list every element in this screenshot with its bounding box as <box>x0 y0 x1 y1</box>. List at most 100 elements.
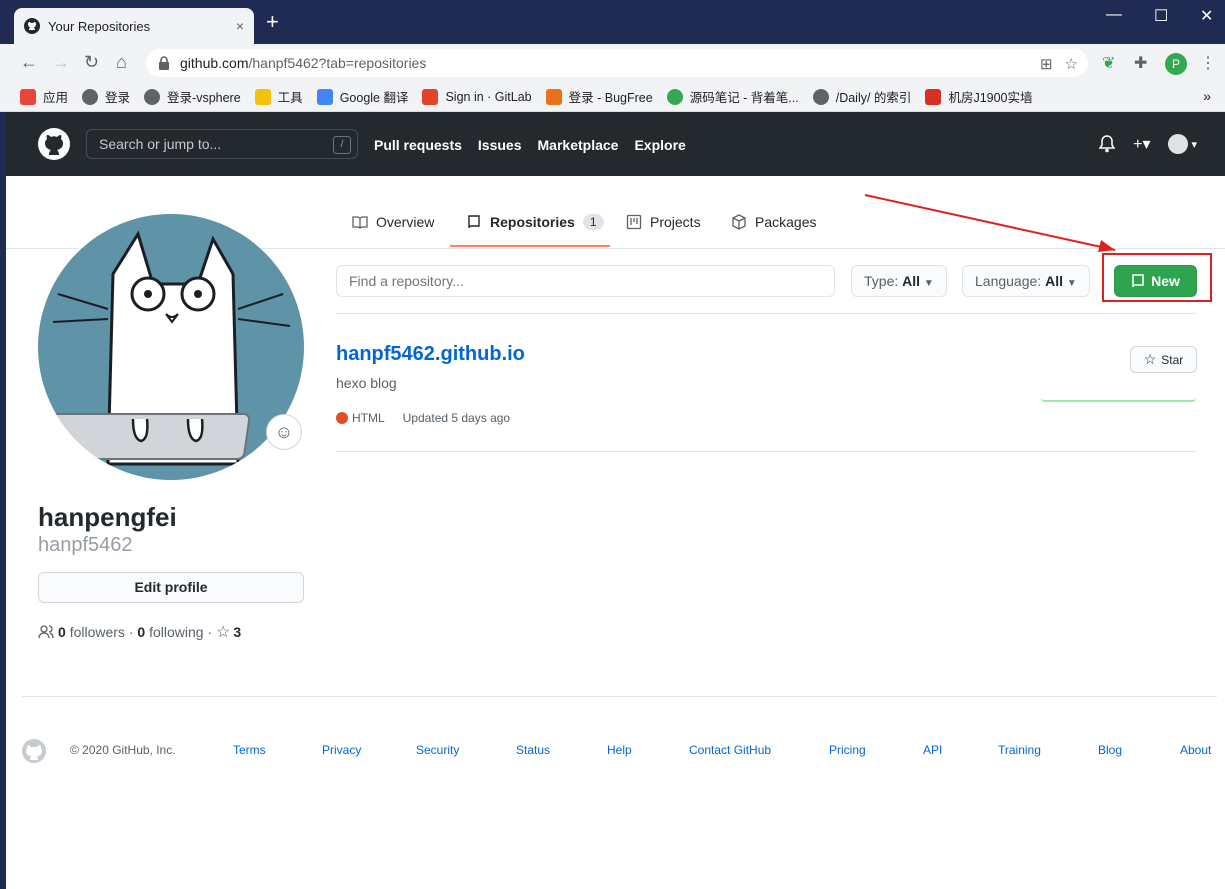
bookmark-item[interactable]: 源码笔记 - 背着笔... <box>666 87 799 106</box>
minimize-button[interactable]: — <box>1106 6 1122 24</box>
nav-issues[interactable]: Issues <box>478 137 522 153</box>
footer-link-status[interactable]: Status <box>516 743 550 757</box>
bookmark-item[interactable]: Google 翻译 <box>316 87 408 106</box>
github-mark-icon[interactable] <box>22 739 46 763</box>
footer-link-blog[interactable]: Blog <box>1098 743 1122 757</box>
language-color-dot <box>336 412 348 424</box>
bookmark-item[interactable]: 机房J1900实墙 <box>925 87 1033 106</box>
notes-icon <box>666 88 683 105</box>
project-icon <box>626 214 642 230</box>
footer-link-terms[interactable]: Terms <box>233 743 266 757</box>
bookmark-item[interactable]: 工具 <box>254 87 303 106</box>
star-icon: ☆ <box>1143 351 1157 367</box>
separator: · <box>207 624 213 640</box>
tab-repositories[interactable]: Repositories 1 <box>466 214 604 230</box>
type-filter-label: Type: <box>864 273 899 289</box>
extensions-puzzle-icon[interactable]: ✚ <box>1134 53 1147 73</box>
tab-projects[interactable]: Projects <box>626 214 701 230</box>
address-bar[interactable]: github.com/hanpf5462?tab=repositories ⊞ … <box>146 49 1088 77</box>
new-tab-button[interactable]: + <box>266 11 279 33</box>
footer-link-help[interactable]: Help <box>607 743 632 757</box>
reload-icon[interactable]: ↻ <box>84 53 99 71</box>
tab-label: Repositories <box>490 214 575 230</box>
bookmark-label: 源码笔记 - 背着笔... <box>689 91 799 105</box>
caret-down-icon: ▼ <box>923 278 934 289</box>
following-count: 0 <box>137 624 146 640</box>
star-button[interactable]: ☆ Star <box>1130 346 1197 373</box>
footer-link-contact[interactable]: Contact GitHub <box>689 743 771 757</box>
separator: · <box>128 624 134 640</box>
translate-icon[interactable]: ⊞ <box>1040 55 1053 73</box>
repository-name-link[interactable]: hanpf5462.github.io <box>336 343 525 366</box>
profile-fullname: hanpengfei <box>38 502 177 532</box>
tab-close-icon[interactable]: × <box>236 18 244 34</box>
bookmark-item[interactable]: /Daily/ 的索引 <box>812 87 912 106</box>
filter-divider <box>336 313 1197 314</box>
google-translate-icon <box>316 88 333 105</box>
nav-explore[interactable]: Explore <box>634 137 685 153</box>
search-shortcut-badge: / <box>333 136 351 154</box>
user-menu[interactable]: ▾ <box>1168 134 1197 154</box>
footer-link-training[interactable]: Training <box>998 743 1041 757</box>
type-filter-dropdown[interactable]: Type: All ▼ <box>851 265 947 297</box>
cat-illustration <box>38 230 291 466</box>
back-arrow-icon[interactable]: ← <box>20 53 38 71</box>
url-host: github.com <box>180 55 249 71</box>
nav-pull-requests[interactable]: Pull requests <box>374 137 462 153</box>
bell-icon[interactable] <box>1099 135 1116 153</box>
search-placeholder: Search or jump to... <box>99 136 222 152</box>
globe-icon <box>82 88 99 105</box>
bookmark-label: 登录-vsphere <box>167 91 241 105</box>
bugfree-icon <box>545 88 562 105</box>
annotation-highlight-box <box>1102 253 1212 302</box>
language-filter-dropdown[interactable]: Language: All ▼ <box>962 265 1090 297</box>
following-link[interactable]: 0 following <box>137 624 203 640</box>
lock-icon <box>159 56 169 70</box>
footer-link-pricing[interactable]: Pricing <box>829 743 866 757</box>
stars-link[interactable]: ☆ 3 <box>216 622 241 642</box>
activity-sparkline <box>1041 398 1196 402</box>
profile-username: hanpf5462 <box>38 534 133 556</box>
gitlab-icon <box>422 88 439 105</box>
bookmark-item[interactable]: Sign in · GitLab <box>422 88 532 105</box>
nav-marketplace[interactable]: Marketplace <box>538 137 619 153</box>
create-new-dropdown[interactable]: +▾ <box>1133 134 1150 154</box>
footer-link-api[interactable]: API <box>923 743 942 757</box>
tab-packages[interactable]: Packages <box>731 214 816 230</box>
repository-divider <box>336 451 1197 452</box>
footer-link-privacy[interactable]: Privacy <box>322 743 361 757</box>
maximize-button[interactable]: ☐ <box>1154 6 1168 26</box>
bookmark-item[interactable]: 应用 <box>20 87 68 106</box>
browser-profile-avatar[interactable]: P <box>1165 53 1187 75</box>
forward-arrow-icon[interactable]: → <box>52 53 70 71</box>
repo-icon <box>468 215 480 229</box>
find-repository-input[interactable] <box>336 265 835 297</box>
header-actions: +▾ ▾ <box>1099 134 1197 154</box>
book-icon <box>352 216 368 229</box>
bookmark-star-icon[interactable]: ☆ <box>1065 55 1078 73</box>
bookmark-item[interactable]: 登录 - BugFree <box>545 87 653 106</box>
edit-profile-button[interactable]: Edit profile <box>38 572 304 603</box>
home-icon[interactable]: ⌂ <box>116 53 127 71</box>
active-tab-indicator <box>450 245 610 247</box>
github-logo-icon[interactable] <box>38 128 70 160</box>
type-filter-value: All <box>902 273 921 289</box>
bookmark-label: /Daily/ 的索引 <box>835 91 912 105</box>
annotation-arrow <box>864 194 1116 252</box>
bookmark-label: 工具 <box>277 91 303 105</box>
footer-link-security[interactable]: Security <box>416 743 459 757</box>
bookmark-item[interactable]: 登录-vsphere <box>144 87 241 106</box>
bookmarks-more-button[interactable]: » <box>1203 88 1211 104</box>
bookmark-label: 登录 - BugFree <box>568 91 653 105</box>
evernote-extension-icon[interactable]: ❦ <box>1102 53 1115 73</box>
browser-menu-icon[interactable]: ⋮ <box>1200 53 1216 73</box>
search-input[interactable]: Search or jump to... / <box>86 129 358 159</box>
footer-link-about[interactable]: About <box>1180 743 1211 757</box>
bookmark-item[interactable]: 登录 <box>82 87 130 106</box>
close-window-button[interactable]: ✕ <box>1200 6 1213 26</box>
set-status-emoji-button[interactable]: ☺ <box>266 414 302 450</box>
browser-tabbar: Your Repositories × + — ☐ ✕ <box>0 0 1225 44</box>
browser-tab[interactable]: Your Repositories × <box>14 8 254 44</box>
followers-link[interactable]: 0 followers <box>58 624 125 640</box>
tab-overview[interactable]: Overview <box>352 214 434 230</box>
